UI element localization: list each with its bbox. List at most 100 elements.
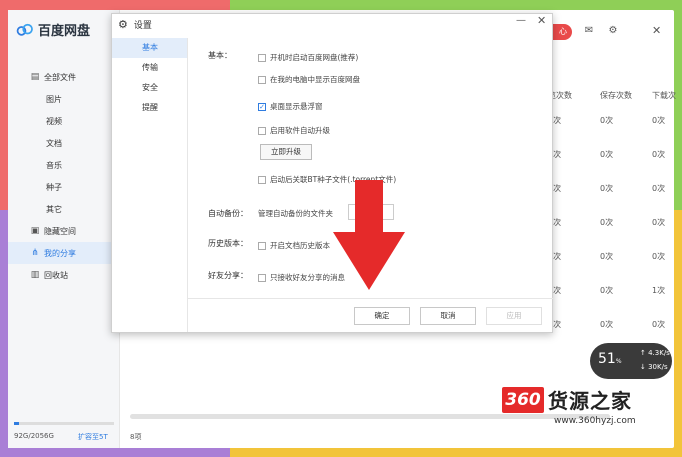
- option-label: 启用软件自动升级: [270, 126, 330, 135]
- sidebar-item-label: 种子: [46, 182, 62, 192]
- dialog-title: 设置: [133, 21, 152, 31]
- sidebar-item-label: 其它: [46, 204, 62, 214]
- sidebar-item[interactable]: 图片: [8, 88, 120, 110]
- app-logo[interactable]: 百度网盘: [16, 20, 90, 39]
- checkbox-checked[interactable]: ✓: [258, 102, 266, 111]
- dialog-close-icon[interactable]: ✕: [537, 14, 546, 27]
- cloud-logo-icon: [16, 23, 33, 36]
- checkbox[interactable]: [258, 241, 266, 250]
- checkbox[interactable]: [258, 273, 266, 282]
- table-body: 0次 0次 0次 0次 0次 0次 0次 0次 0次 0次 0次 0次 0次 0次 0次 0次 0次 1次 0次 0次…: [548, 115, 682, 353]
- table-header: 览次数 保存次数 下载次: [548, 90, 682, 101]
- watermark-url: www.360hyzj.com: [554, 416, 636, 426]
- sidebar-item[interactable]: 其它: [8, 198, 120, 220]
- minimize-icon[interactable]: —: [516, 15, 526, 26]
- item-count: 8项: [130, 433, 142, 441]
- checkbox[interactable]: [258, 75, 266, 84]
- table-cell: 0次: [652, 252, 666, 261]
- sidebar-item[interactable]: 文档: [8, 132, 120, 154]
- option-auto-upgrade[interactable]: 启用软件自动升级: [258, 125, 330, 136]
- expand-storage-link[interactable]: 扩容至5T: [78, 432, 108, 442]
- horizontal-scrollbar[interactable]: [130, 414, 610, 419]
- table-cell: 0次: [548, 218, 562, 227]
- app-name: 百度网盘: [38, 24, 91, 39]
- sidebar-item[interactable]: ▥ 回收站: [8, 264, 120, 286]
- friend-share-label: 好友分享：: [208, 271, 248, 280]
- sidebar-item-label: 我的分享: [44, 248, 76, 258]
- table-cell: 0次: [600, 218, 614, 227]
- option-history-version[interactable]: 开启文档历史版本: [258, 240, 330, 251]
- table-cell: 0次: [548, 184, 562, 193]
- settings-gear-icon: ⚙: [118, 18, 128, 31]
- table-cell: 0次: [600, 116, 614, 125]
- header-actions: ✉ ⚙: [582, 24, 620, 38]
- option-label: 开启文档历史版本: [270, 241, 330, 250]
- checkbox[interactable]: [258, 53, 266, 62]
- sidebar-item-label: 视频: [46, 116, 62, 126]
- sidebar-item[interactable]: ▤ 全部文件: [8, 66, 120, 88]
- checkbox[interactable]: [258, 175, 266, 184]
- checkbox[interactable]: [258, 126, 266, 135]
- option-floating-window[interactable]: ✓ 桌面显示悬浮窗: [258, 101, 323, 112]
- table-row[interactable]: 0次 0次 1次: [548, 285, 682, 319]
- table-row[interactable]: 0次 0次 0次: [548, 149, 682, 183]
- storage-fill: [14, 422, 19, 425]
- mail-icon[interactable]: ✉: [582, 24, 596, 38]
- watermark: 360 货源之家: [502, 385, 632, 414]
- sidebar-item[interactable]: 视频: [8, 110, 120, 132]
- basic-section-label: 基本：: [208, 51, 232, 60]
- sidebar: 百度网盘 ▤ 全部文件 图片视频文档音乐种子其它 ▣ 隐藏空间 ⋔ 我的分享 ▥ 回收站 92G…: [8, 10, 120, 448]
- cancel-button[interactable]: 取消: [420, 307, 476, 325]
- sidebar-item-label: 音乐: [46, 160, 62, 170]
- column-header-downloads[interactable]: 下载次: [652, 90, 682, 101]
- watermark-name: 货源之家: [548, 389, 632, 413]
- sidebar-item[interactable]: ⋔ 我的分享: [8, 242, 120, 264]
- sidebar-item[interactable]: 音乐: [8, 154, 120, 176]
- column-header-views[interactable]: 览次数: [548, 90, 600, 101]
- tab-transfer[interactable]: 传输: [112, 58, 187, 78]
- table-cell: 0次: [548, 286, 562, 295]
- option-show-in-computer[interactable]: 在我的电脑中显示百度网盘: [258, 74, 360, 85]
- storage-usage: 92G/2056G: [14, 432, 54, 440]
- tab-reminders[interactable]: 提醒: [112, 98, 187, 118]
- table-cell: 0次: [548, 252, 562, 261]
- option-friend-share-only[interactable]: 只接收好友分享的消息: [258, 272, 345, 283]
- lock-icon: ▣: [30, 226, 40, 236]
- table-row[interactable]: 0次 0次 0次: [548, 183, 682, 217]
- sidebar-item[interactable]: 种子: [8, 176, 120, 198]
- table-cell: 0次: [548, 320, 562, 329]
- table-cell: 0次: [652, 184, 666, 193]
- table-cell: 0次: [548, 116, 562, 125]
- table-cell: 0次: [600, 252, 614, 261]
- gear-icon[interactable]: ⚙: [606, 24, 620, 38]
- file-icon: ▤: [30, 72, 40, 82]
- ok-button[interactable]: 确定: [354, 307, 410, 325]
- sidebar-item[interactable]: ▣ 隐藏空间: [8, 220, 120, 242]
- tab-security[interactable]: 安全: [112, 78, 187, 98]
- option-autostart[interactable]: 开机时启动百度网盘(推荐): [258, 52, 358, 63]
- table-row[interactable]: 0次 0次 0次: [548, 251, 682, 285]
- upload-speed: ↑ 4.3K/s: [640, 349, 670, 357]
- table-cell: 0次: [600, 286, 614, 295]
- apply-button[interactable]: 应用: [486, 307, 542, 325]
- option-label: 桌面显示悬浮窗: [270, 102, 323, 111]
- red-arrow-annotation: [333, 180, 405, 290]
- tab-basic[interactable]: 基本: [112, 38, 187, 58]
- speed-widget[interactable]: 51% ↑ 4.3K/s ↓ 30K/s: [590, 343, 672, 379]
- table-cell: 0次: [548, 150, 562, 159]
- sidebar-nav: ▤ 全部文件 图片视频文档音乐种子其它 ▣ 隐藏空间 ⋔ 我的分享 ▥ 回收站: [8, 66, 120, 286]
- table-cell: 0次: [652, 116, 666, 125]
- table-row[interactable]: 0次 0次 0次: [548, 217, 682, 251]
- window-close-icon[interactable]: ✕: [652, 24, 661, 37]
- table-cell: 0次: [600, 184, 614, 193]
- trash-icon: ▥: [30, 270, 40, 280]
- download-speed: ↓ 30K/s: [640, 363, 668, 371]
- sidebar-item-label: 回收站: [44, 270, 68, 280]
- memory-percent: 51%: [598, 351, 622, 367]
- table-cell: 0次: [652, 218, 666, 227]
- upgrade-now-button[interactable]: 立即升级: [260, 144, 312, 160]
- table-row[interactable]: 0次 0次 0次: [548, 115, 682, 149]
- table-cell: 1次: [652, 286, 666, 295]
- column-header-saves[interactable]: 保存次数: [600, 90, 652, 101]
- manage-backup-folders-link[interactable]: 管理自动备份的文件夹: [258, 208, 333, 219]
